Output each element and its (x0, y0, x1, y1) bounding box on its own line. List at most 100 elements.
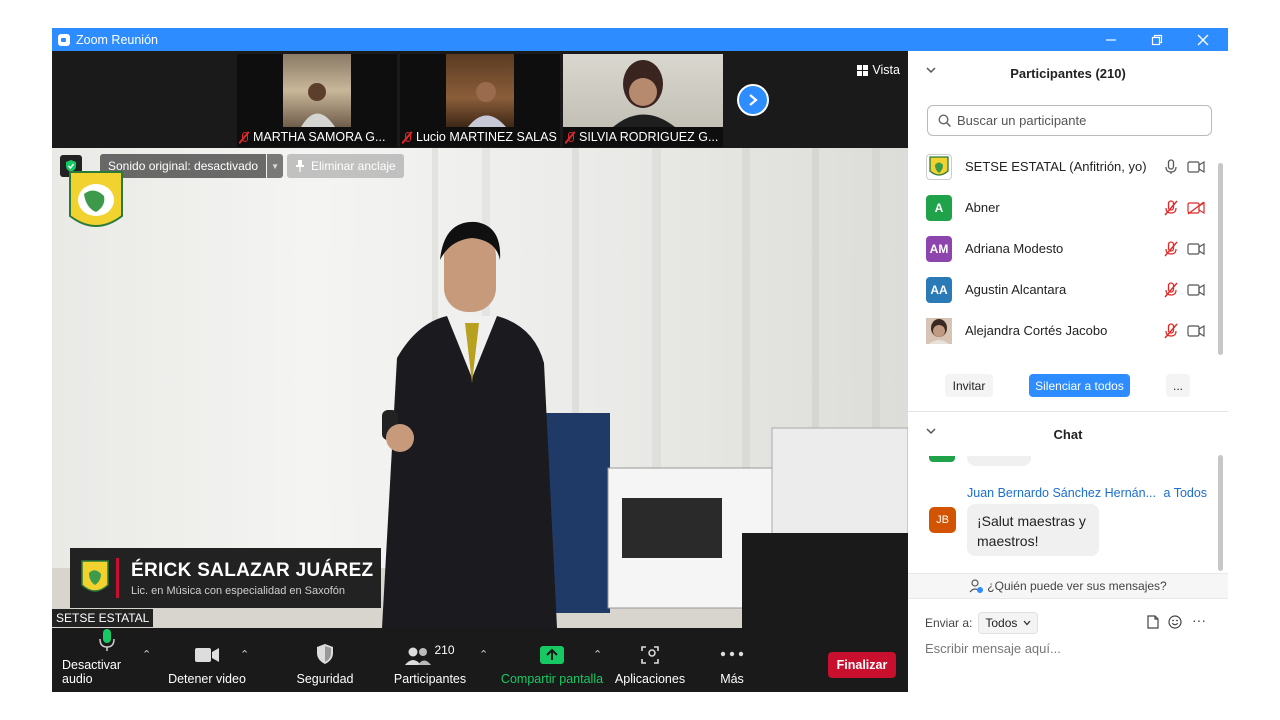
mic-muted-icon[interactable] (1163, 199, 1179, 216)
setse-logo (69, 171, 123, 227)
restore-icon (1151, 34, 1163, 45)
close-button[interactable] (1180, 28, 1226, 51)
zoom-window: Zoom Reunión MARTHA SAMORA G... Lucio MA… (52, 28, 1228, 692)
participant-avatar (926, 153, 952, 180)
lower-third-text: ÉRICK SALAZAR JUÁREZ Lic. en Música con … (131, 560, 373, 597)
previous-avatar (929, 456, 955, 462)
mic-muted-icon[interactable] (1163, 281, 1179, 298)
participant-video (446, 54, 514, 127)
participant-search-input[interactable]: Buscar un participante (927, 105, 1212, 136)
mute-audio-label: Desactivar audio (62, 658, 122, 686)
search-icon (938, 114, 951, 127)
end-meeting-button[interactable]: Finalizar (828, 652, 896, 678)
minimize-icon (1106, 38, 1116, 41)
participant-avatar: AA (926, 276, 952, 303)
mic-muted-icon[interactable] (1163, 322, 1179, 339)
share-screen-button[interactable]: Compartir pantalla (500, 628, 604, 692)
pin-icon (296, 160, 304, 172)
microphone-icon[interactable] (1163, 158, 1179, 175)
chevron-down-icon (1023, 620, 1031, 626)
restore-button[interactable] (1134, 28, 1180, 51)
chevron-down-icon[interactable] (926, 66, 936, 74)
person-silhouette (301, 83, 335, 127)
participant-row[interactable]: A Abner (908, 187, 1218, 228)
who-can-see-link[interactable]: ¿Quién puede ver sus mensajes? (908, 573, 1228, 599)
previous-message-bubble (967, 456, 1031, 466)
zoom-app-icon (58, 33, 70, 46)
share-screen-icon (540, 646, 564, 664)
participant-list-scrollbar[interactable] (1218, 163, 1223, 355)
video-off-icon[interactable] (1187, 200, 1205, 215)
person-silhouette (468, 82, 506, 127)
stop-video-label: Detener video (168, 672, 246, 686)
speaker-lower-third: ÉRICK SALAZAR JUÁREZ Lic. en Música con … (70, 548, 381, 608)
audio-options-caret[interactable]: ⌃ (142, 648, 151, 661)
video-camera-icon[interactable] (1187, 242, 1205, 256)
participant-avatar: AM (926, 235, 952, 262)
participant-thumbnail[interactable]: MARTHA SAMORA G... (237, 54, 397, 147)
participant-avatar (926, 317, 952, 344)
participant-row[interactable]: Alejandra Cortés Jacobo (908, 310, 1218, 351)
participant-row[interactable]: AA Agustin Alcantara (908, 269, 1218, 310)
close-icon (1197, 34, 1209, 45)
mic-muted-icon[interactable] (1163, 240, 1179, 257)
chat-scrollbar[interactable] (1218, 455, 1223, 571)
more-button[interactable]: Más (708, 628, 756, 692)
avatar-initials: AM (929, 241, 949, 256)
chat-more-icon[interactable]: ··· (1192, 612, 1206, 628)
avatar-initials: A (934, 200, 944, 215)
video-camera-icon[interactable] (1187, 283, 1205, 297)
person-silhouette (613, 60, 675, 127)
video-options-caret[interactable]: ⌃ (240, 648, 249, 661)
original-sound-menu-caret[interactable]: ▼ (267, 154, 284, 178)
chat-panel-header: Chat (908, 412, 1228, 456)
chevron-down-icon[interactable] (926, 427, 936, 435)
next-page-button[interactable] (737, 84, 769, 116)
message-bubble: ¡Salut maestras y maestros! (967, 504, 1099, 556)
chat-messages: Juan Bernardo Sánchez Hernán... a Todos … (908, 456, 1228, 572)
thumbnail-name-text: MARTHA SAMORA G... (253, 130, 386, 144)
apps-button[interactable]: Aplicaciones (614, 628, 686, 692)
participant-name: SETSE ESTATAL (Anfitrión, yo) (965, 159, 1147, 174)
window-title: Zoom Reunión (76, 32, 158, 47)
speaker-subtitle: Lic. en Música con especialidad en Saxof… (131, 584, 346, 597)
share-options-caret[interactable]: ⌃ (593, 648, 602, 661)
recipient-dropdown[interactable]: Todos (978, 612, 1039, 634)
chevron-right-icon (749, 94, 758, 106)
participant-video (563, 54, 723, 127)
message-text-line: maestros! (977, 533, 1039, 549)
video-camera-icon[interactable] (1187, 160, 1205, 174)
share-screen-label: Compartir pantalla (500, 672, 604, 686)
file-icon[interactable] (1147, 615, 1159, 629)
message-sender[interactable]: Juan Bernardo Sánchez Hernán... (967, 486, 1156, 500)
stop-video-button[interactable]: Detener video (164, 628, 250, 692)
participants-more-button[interactable]: ... (1166, 374, 1190, 397)
unpin-button[interactable]: Eliminar anclaje (287, 154, 404, 178)
participant-thumbnail[interactable]: SILVIA RODRIGUEZ G... (563, 54, 723, 147)
participant-row[interactable]: AM Adriana Modesto (908, 228, 1218, 269)
minimize-button[interactable] (1088, 28, 1134, 51)
security-label: Seguridad (296, 672, 354, 686)
chat-message-input[interactable]: Escribir mensaje aquí... (925, 641, 1061, 656)
thumbnail-name: MARTHA SAMORA G... (239, 130, 395, 144)
emoji-icon[interactable] (1168, 615, 1182, 629)
participants-button[interactable]: 210 Participantes (392, 628, 468, 692)
apps-label: Aplicaciones (614, 672, 686, 686)
thumbnail-name-text: SILVIA RODRIGUEZ G... (579, 130, 719, 144)
invite-button[interactable]: Invitar (945, 374, 993, 397)
send-to-row: Enviar a: Todos (925, 612, 1039, 634)
more-label: Más (720, 672, 744, 686)
more-dots-icon (720, 651, 744, 657)
video-camera-icon (195, 648, 219, 662)
search-placeholder: Buscar un participante (957, 113, 1087, 128)
view-button[interactable]: Vista (857, 63, 900, 77)
video-camera-icon[interactable] (1187, 324, 1205, 338)
participant-thumbnail[interactable]: Lucio MARTINEZ SALAS (400, 54, 560, 147)
message-text-line: ¡Salut maestras y (977, 513, 1086, 529)
participants-options-caret[interactable]: ⌃ (479, 648, 488, 661)
security-button[interactable]: Seguridad (288, 628, 362, 692)
participant-row[interactable]: SETSE ESTATAL (Anfitrión, yo) (908, 146, 1218, 187)
mute-audio-button[interactable]: Desactivar audio (62, 628, 152, 692)
participants-count: 210 (434, 643, 455, 657)
mute-all-button[interactable]: Silenciar a todos (1029, 374, 1130, 397)
